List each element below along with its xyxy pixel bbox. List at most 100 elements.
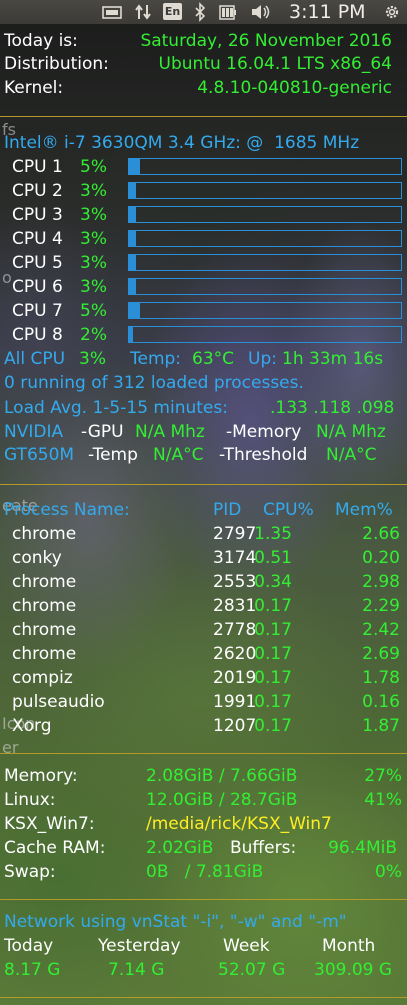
process-name: chrome <box>12 644 77 664</box>
process-name: chrome <box>12 596 77 616</box>
cpu-core-label: CPU 4 <box>12 229 63 249</box>
process-pid: 2831 <box>213 596 257 616</box>
cpu-temp-value: 63°C <box>192 349 235 369</box>
divider <box>0 484 407 485</box>
divider <box>0 997 407 998</box>
memory-label: Memory: <box>4 766 78 786</box>
cpu-core-bar <box>128 278 402 295</box>
process-name: pulseaudio <box>12 692 105 712</box>
cpu-core-percent: 3% <box>80 277 107 297</box>
desktop-icon-fragment: er <box>2 738 19 757</box>
swap-value: 0B / 7.81GiB <box>146 862 264 882</box>
linux-disk-percent: 41% <box>364 790 402 810</box>
cpu-core-bar-fill <box>129 279 136 294</box>
gpu-temp-value: N/A°C <box>153 445 204 465</box>
distribution-value: Ubuntu 16.04.1 LTS x86_64 <box>158 54 392 74</box>
process-name: conky <box>12 548 62 568</box>
kernel-label: Kernel: <box>4 78 64 98</box>
cpu-core-label: CPU 7 <box>12 301 63 321</box>
today-label: Today is: <box>4 31 78 51</box>
process-header-mem: Mem% <box>335 500 393 520</box>
cache-ram-label: Cache RAM: <box>4 838 106 858</box>
linux-disk-value: 12.0GiB / 28.7GiB <box>146 790 298 810</box>
uptime-value: 1h 33m 16s <box>282 349 384 369</box>
load-avg-label: Load Avg. 1-5-15 minutes: <box>4 398 228 418</box>
bluetooth-icon[interactable] <box>193 0 207 24</box>
process-name: chrome <box>12 572 77 592</box>
swap-label: Swap: <box>4 862 56 882</box>
cpu-core-label: CPU 5 <box>12 253 63 273</box>
process-name: chrome <box>12 524 77 544</box>
process-mem: 2.69 <box>362 644 400 664</box>
process-pid: 2620 <box>213 644 257 664</box>
clock[interactable]: 3:11 PM <box>289 0 366 24</box>
gpu-clock-label: -GPU <box>81 422 124 442</box>
cpu-core-label: CPU 2 <box>12 181 63 201</box>
battery-icon[interactable] <box>218 0 238 24</box>
network-yesterday-value: 7.14 G <box>108 960 165 980</box>
keyboard-layout-icon[interactable]: En <box>163 3 182 20</box>
process-header-pid: PID <box>213 500 242 520</box>
cpu-temp-label: Temp: <box>130 349 182 369</box>
divider <box>0 899 407 900</box>
linux-disk-label: Linux: <box>4 790 56 810</box>
process-mem: 1.87 <box>362 716 400 736</box>
cpu-core-bar <box>128 206 402 223</box>
cpu-core-percent: 3% <box>80 205 107 225</box>
load-avg-value: .133 .118 .098 <box>270 398 395 418</box>
process-cpu: 0.17 <box>254 644 292 664</box>
gpu-clock-value: N/A Mhz <box>135 422 205 442</box>
cpu-core-label: CPU 1 <box>12 157 63 177</box>
cpu-core-bar-fill <box>129 207 136 222</box>
cpu-core-label: CPU 3 <box>12 205 63 225</box>
network-header-today: Today <box>4 936 54 956</box>
volume-icon[interactable] <box>250 0 272 24</box>
gpu-threshold-label: -Threshold <box>219 445 308 465</box>
divider <box>0 116 407 117</box>
gpu-memory-label: -Memory <box>226 422 302 442</box>
divider <box>0 753 407 754</box>
network-today-value: 8.17 G <box>4 960 61 980</box>
process-mem: 1.78 <box>362 668 400 688</box>
all-cpu-value: 3% <box>79 349 106 369</box>
desktop-icon-fragment: o <box>2 268 12 287</box>
gear-icon[interactable] <box>383 0 401 24</box>
process-pid: 1207 <box>213 716 257 736</box>
network-title: Network using vnStat "-i", "-w" and "-m" <box>4 912 347 932</box>
cpu-core-bar <box>128 326 402 343</box>
screen-icon[interactable] <box>102 0 122 24</box>
network-header-yesterday: Yesterday <box>98 936 181 956</box>
process-mem: 0.16 <box>362 692 400 712</box>
network-month-value: 309.09 G <box>314 960 393 980</box>
distribution-label: Distribution: <box>4 54 109 74</box>
network-arrows-icon[interactable] <box>133 0 153 24</box>
process-cpu: 0.34 <box>254 572 292 592</box>
process-header-cpu: CPU% <box>263 500 314 520</box>
cpu-core-bar-fill <box>129 327 134 342</box>
top-panel: En 3:11 PM <box>0 0 407 24</box>
ksx-win7-path: /media/rick/KSX_Win7 <box>146 814 332 834</box>
network-header-month: Month <box>322 936 376 956</box>
gpu-vendor: NVIDIA <box>4 422 64 442</box>
process-mem: 2.29 <box>362 596 400 616</box>
process-pid: 2553 <box>213 572 257 592</box>
process-pid: 2019 <box>213 668 257 688</box>
process-name: chrome <box>12 620 77 640</box>
process-cpu: 0.17 <box>254 596 292 616</box>
network-header-week: Week <box>223 936 270 956</box>
process-cpu: 1.35 <box>254 524 292 544</box>
cpu-core-bar-fill <box>129 255 136 270</box>
cache-ram-value: 2.02GiB <box>146 838 214 858</box>
memory-value: 2.08GiB / 7.66GiB <box>146 766 298 786</box>
cpu-core-percent: 2% <box>80 325 107 345</box>
process-cpu: 0.17 <box>254 620 292 640</box>
cpu-core-bar <box>128 182 402 199</box>
buffers-value: 96.4MiB <box>328 838 397 858</box>
buffers-label: Buffers: <box>230 838 297 858</box>
gpu-threshold-value: N/A°C <box>326 445 377 465</box>
cpu-core-bar-fill <box>129 159 140 174</box>
process-name: Xorg <box>12 716 52 736</box>
cpu-core-bar <box>128 158 402 175</box>
gpu-memory-value: N/A Mhz <box>316 422 386 442</box>
cpu-core-percent: 3% <box>80 253 107 273</box>
